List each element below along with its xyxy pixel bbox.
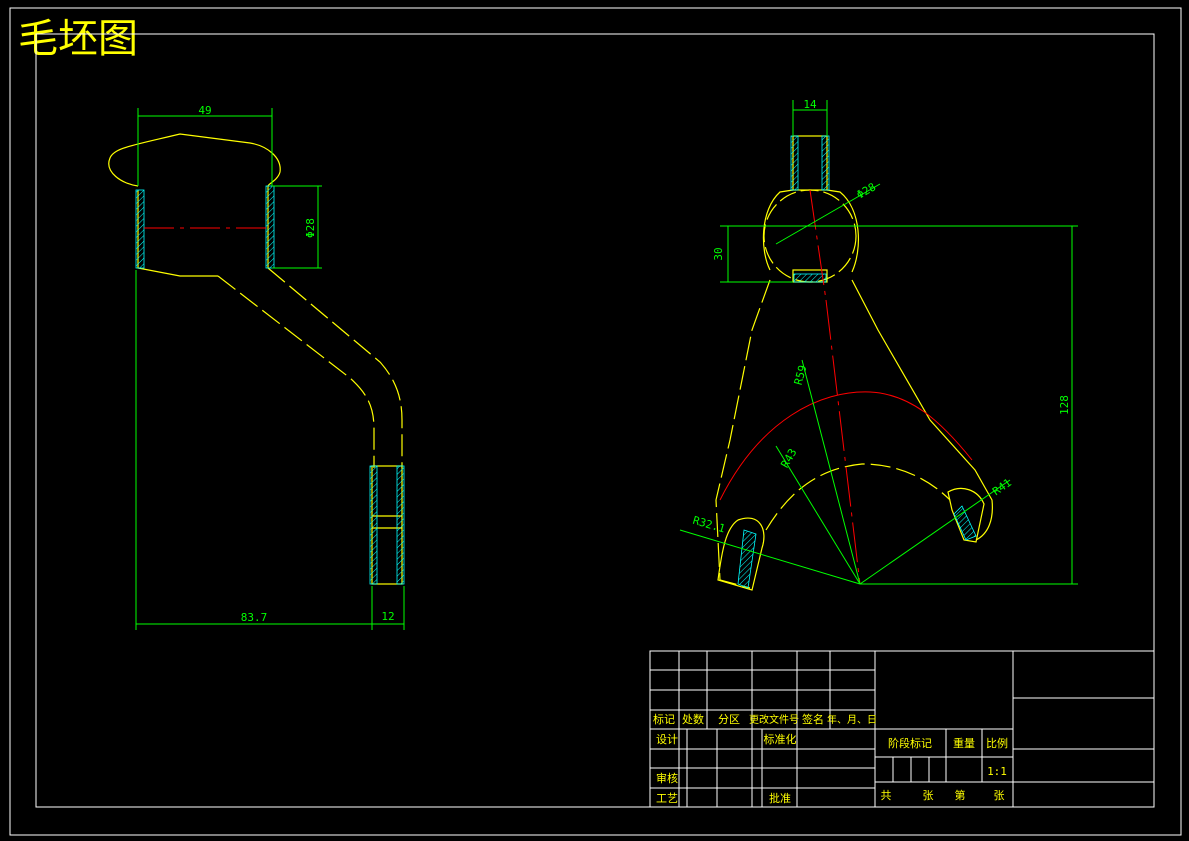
tb-rev-count: 处数 <box>682 713 704 726</box>
tb-sheets: 张 <box>923 789 934 802</box>
side-arm-outer <box>217 275 375 468</box>
dim-side-top-width: 49 <box>198 104 211 117</box>
front-red-lines <box>719 189 973 585</box>
title-block <box>649 650 1155 808</box>
dim-front-r32: R32.1 <box>691 514 726 536</box>
tb-rev-date: 年、月、日 <box>827 713 877 726</box>
side-head-outline <box>108 133 281 187</box>
tb-review: 审核 <box>656 771 678 785</box>
outer-border <box>9 7 1182 836</box>
side-left-edge <box>137 190 218 277</box>
dim-front-overall-height: 128 <box>1058 395 1071 415</box>
front-hub-outline <box>762 189 860 273</box>
tb-rev-sign: 签名 <box>802 712 824 726</box>
tb-scale-value: 1:1 <box>987 765 1007 778</box>
tb-total: 共 <box>881 789 892 802</box>
side-view <box>108 133 403 585</box>
tb-standardize: 标准化 <box>764 732 797 746</box>
dim-side-foot: 12 <box>381 610 394 623</box>
front-dimensions <box>679 100 1078 585</box>
tb-sheet: 张 <box>994 789 1005 802</box>
inner-border <box>35 33 1155 808</box>
dim-front-r59: R59 <box>792 364 810 387</box>
front-view <box>715 135 993 591</box>
tb-rev-zone: 分区 <box>718 713 740 726</box>
dim-front-r43: R43 <box>778 446 799 470</box>
dim-side-bore: Φ28 <box>304 218 317 238</box>
tb-process: 工艺 <box>656 792 678 805</box>
side-hatches <box>135 185 405 585</box>
front-hatches <box>737 135 977 589</box>
tb-stage-mark: 阶段标记 <box>888 736 932 750</box>
cad-drawing: 49 Φ28 83.7 12 14 Φ28 30 128 R59 R43 R41… <box>9 7 1182 836</box>
dim-front-hub-dia: Φ28 <box>854 180 878 201</box>
dim-front-top-width: 14 <box>803 98 817 111</box>
tb-nth: 第 <box>955 788 966 802</box>
dim-front-hub-height: 30 <box>712 247 725 260</box>
tb-design: 设计 <box>656 733 678 746</box>
tb-rev-mark: 标记 <box>653 712 675 726</box>
front-inner-arc <box>765 463 951 531</box>
side-arm-inner <box>267 267 403 468</box>
front-hub-bore <box>763 189 857 283</box>
dim-front-r41: R41 <box>990 476 1014 498</box>
tb-rev-file: 更改文件号 <box>749 713 799 726</box>
tb-approve: 批准 <box>769 791 791 805</box>
tb-weight: 重量 <box>953 736 975 750</box>
dim-side-length: 83.7 <box>241 611 268 624</box>
tb-scale-label: 比例 <box>986 736 1008 750</box>
